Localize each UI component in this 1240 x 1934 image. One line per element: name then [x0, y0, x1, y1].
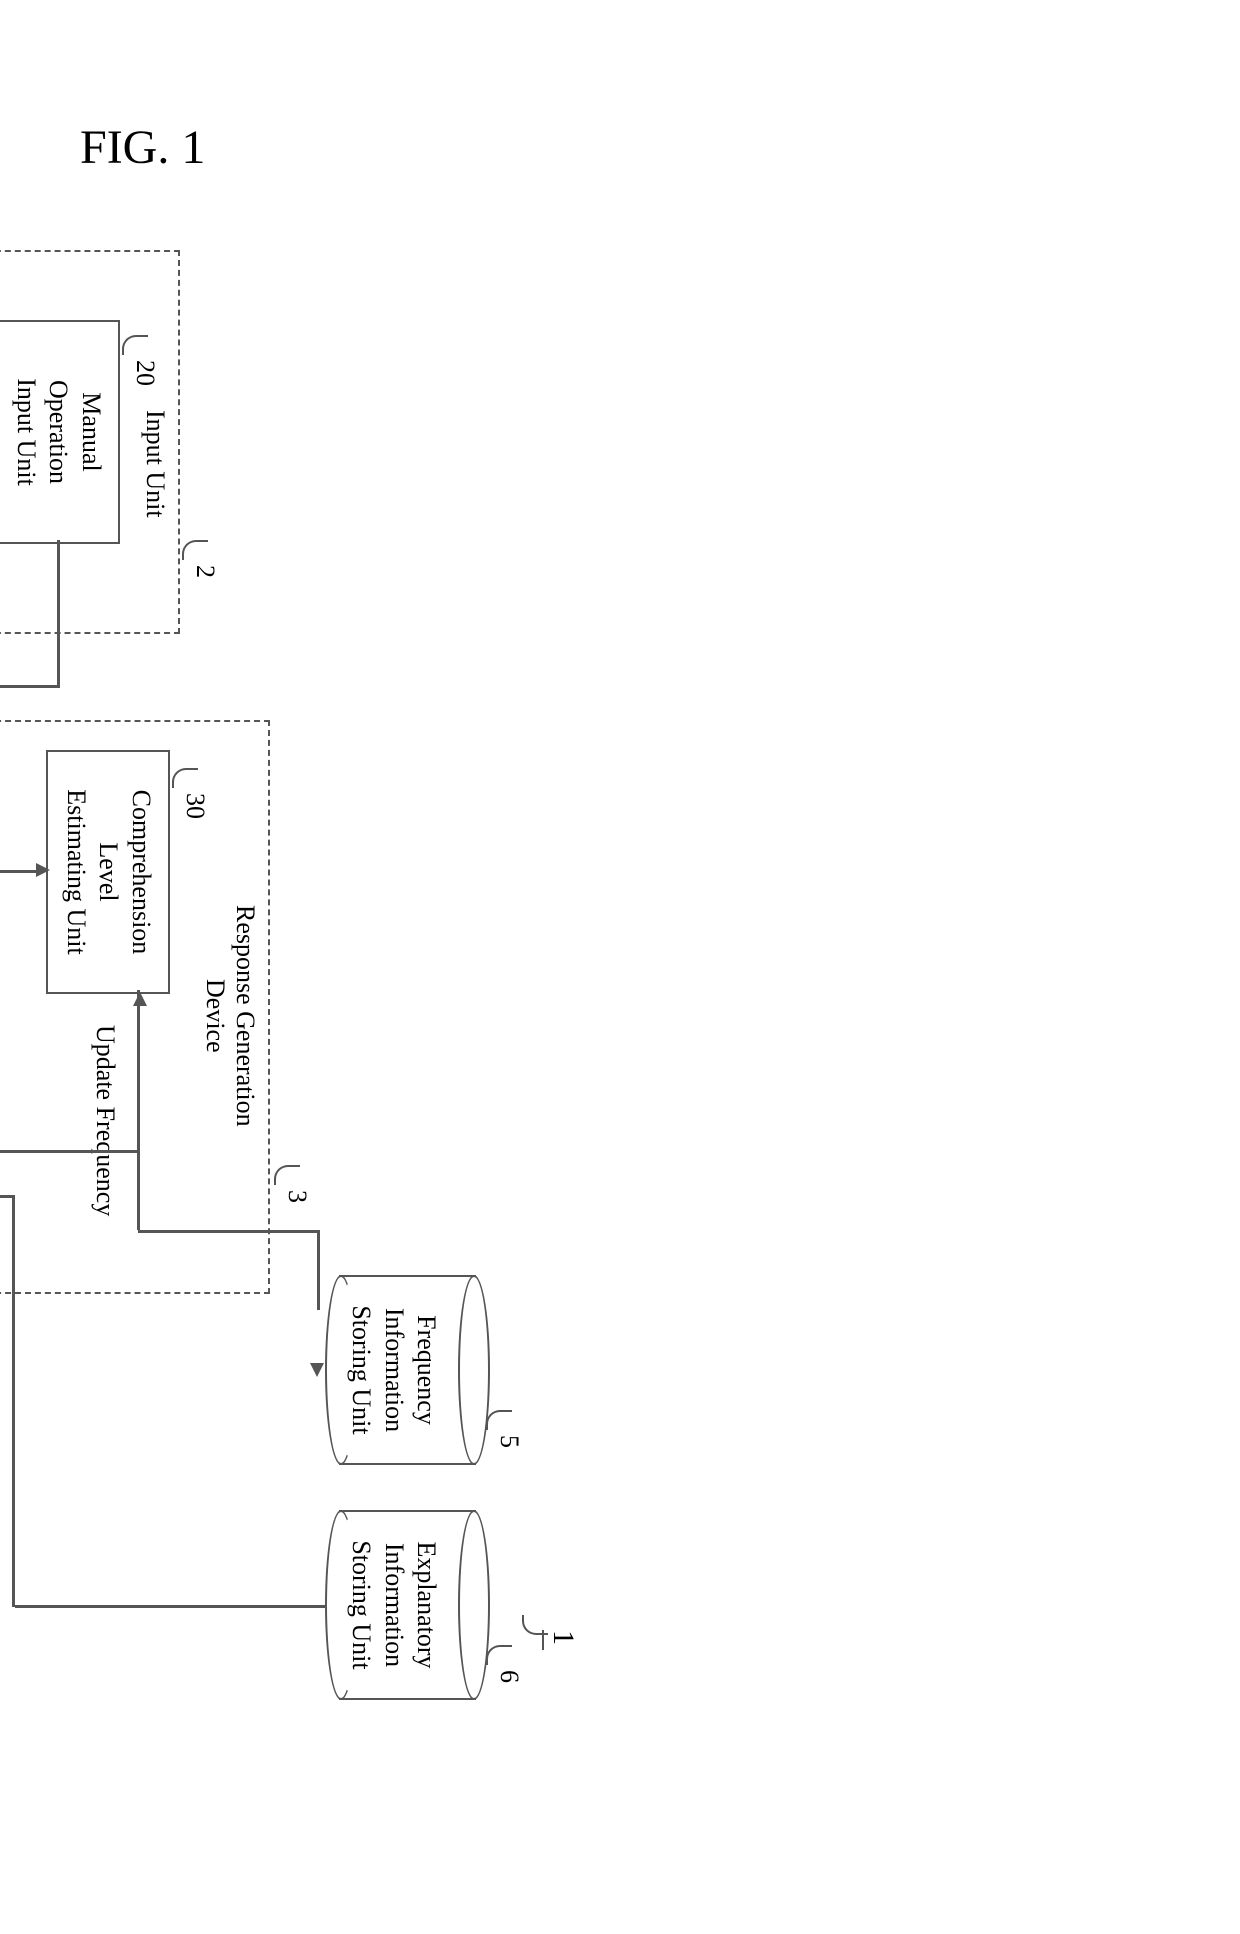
system-diagram: 1 Input Unit 2 Manual Operation Input Un… — [0, 210, 620, 1744]
arrowhead-into-freq — [310, 1363, 324, 1377]
system-ref-leader — [522, 1615, 548, 1635]
arrow-comp-freq-v — [138, 1230, 320, 1233]
manual-ref-leader — [122, 335, 148, 355]
arrow-manual-out-v — [0, 685, 60, 688]
arrow-comp-dialog — [0, 870, 38, 873]
manual-ref: 20 — [130, 360, 160, 386]
comprehension-ref: 30 — [180, 793, 210, 819]
arrowhead-freq-back — [133, 992, 147, 1006]
update-frequency-label: Update Frequency — [90, 1025, 120, 1216]
arrowhead-comp-up — [36, 863, 50, 877]
arrow-update-freq — [0, 1150, 140, 1153]
freq-ref: 5 — [494, 1435, 524, 1448]
explanatory-information-storing-unit: Explanatory Information Storing Unit — [325, 1510, 490, 1700]
arrow-comp-freq-h — [138, 990, 141, 1230]
arrow-expl-v — [15, 1605, 325, 1608]
response-device-title: Response Generation Device — [200, 905, 260, 1127]
arrow-expl-h — [13, 1195, 16, 1607]
expl-ref: 6 — [494, 1670, 524, 1683]
expl-ref-leader — [486, 1645, 512, 1665]
response-device-ref-leader — [274, 1165, 300, 1185]
manual-operation-input-unit: Manual Operation Input Unit — [0, 320, 120, 544]
input-unit-ref: 2 — [190, 565, 220, 578]
arrow-manual-out — [58, 540, 61, 685]
input-unit-ref-leader — [182, 540, 208, 560]
freq-ref-leader — [486, 1410, 512, 1430]
comprehension-ref-leader — [172, 768, 198, 788]
response-device-ref: 3 — [282, 1190, 312, 1203]
input-unit-title: Input Unit — [140, 410, 170, 518]
comprehension-level-estimating-unit: Comprehension Level Estimating Unit — [46, 750, 170, 994]
arrow-comp-freq-h2 — [318, 1230, 321, 1310]
figure-title: FIG. 1 — [80, 120, 205, 175]
arrow-expl-v2 — [0, 1195, 15, 1198]
frequency-information-storing-unit: Frequency Information Storing Unit — [325, 1275, 490, 1465]
